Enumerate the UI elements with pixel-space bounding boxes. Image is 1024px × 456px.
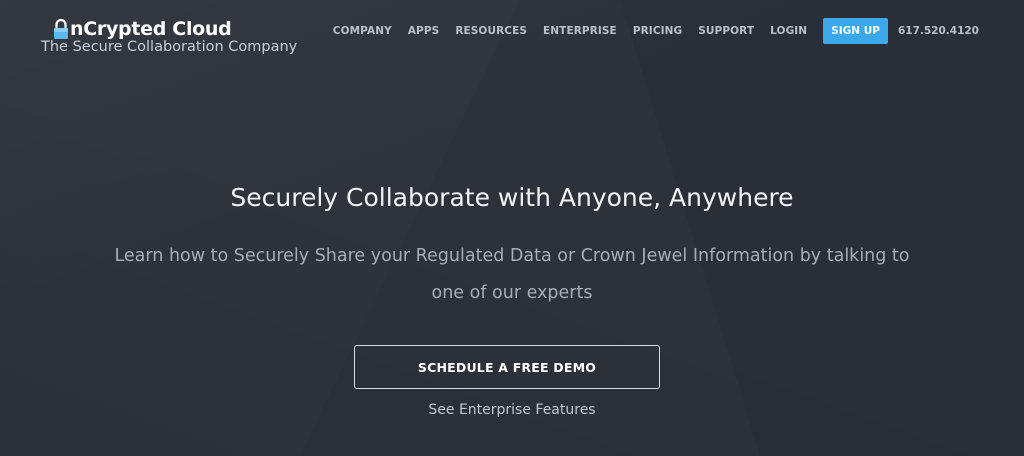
nav-enterprise[interactable]: ENTERPRISE [543,25,617,37]
schedule-demo-button[interactable]: SCHEDULE A FREE DEMO [354,345,660,389]
hero-subtitle: Learn how to Securely Share your Regulat… [114,246,910,303]
nav-pricing[interactable]: PRICING [633,25,682,37]
hero-title: Securely Collaborate with Anyone, Anywhe… [230,183,794,212]
nav-company[interactable]: COMPANY [333,25,392,37]
nav-resources[interactable]: RESOURCES [455,25,527,37]
tagline: The Secure Collaboration Company [41,39,298,55]
nav-login[interactable]: LOGIN [770,25,807,37]
sign-up-button[interactable]: SIGN UP [823,18,888,44]
phone-number[interactable]: 617.520.4120 [898,25,979,37]
nav-apps[interactable]: APPS [408,25,439,37]
nav-support[interactable]: SUPPORT [698,25,754,37]
enterprise-features-link[interactable]: See Enterprise Features [0,402,1024,418]
main-nav: COMPANY APPS RESOURCES ENTERPRISE PRICIN… [333,17,979,45]
padlock-icon [53,18,69,40]
logo-text: nCrypted Cloud [70,18,232,40]
